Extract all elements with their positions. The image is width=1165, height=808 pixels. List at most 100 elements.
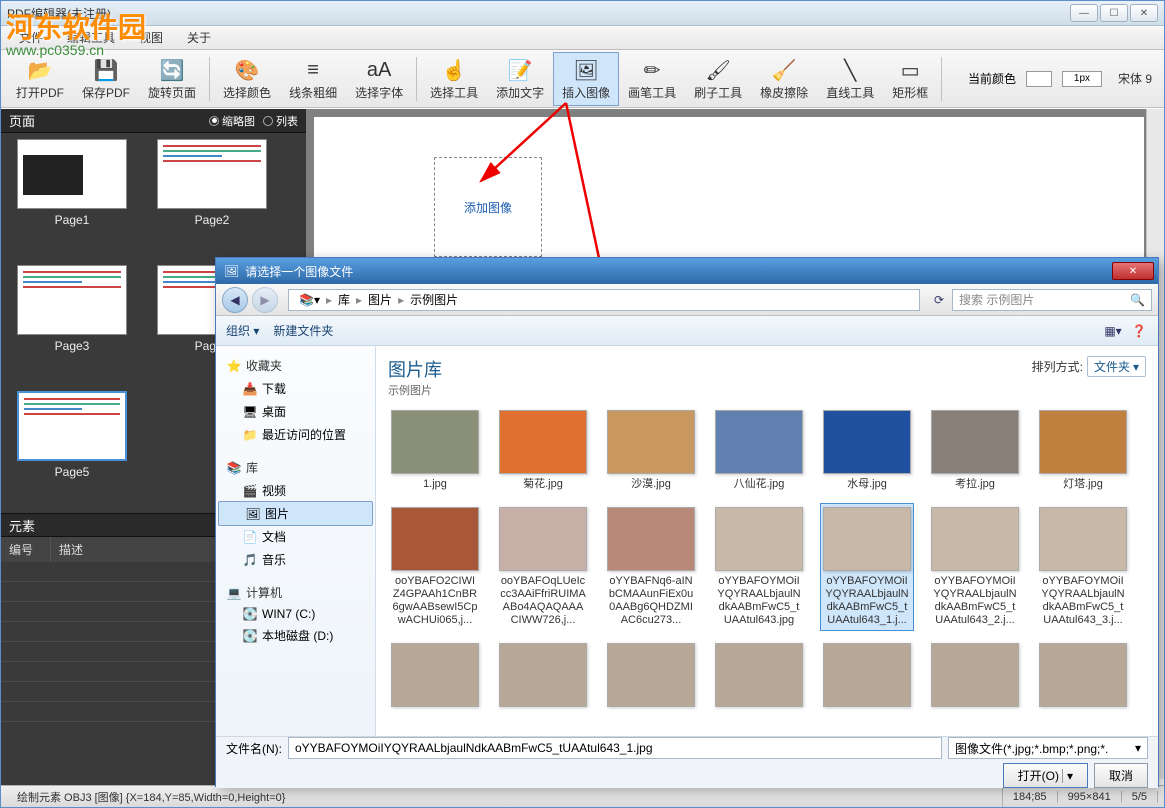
favorites-header[interactable]: ⭐收藏夹 (216, 354, 375, 377)
page-thumbnail[interactable]: Page3 (7, 265, 137, 381)
filename-input[interactable] (288, 737, 942, 759)
file-grid: 1.jpg菊花.jpg沙漠.jpg八仙花.jpg水母.jpg考拉.jpg灯塔.j… (388, 406, 1146, 711)
tool-选择颜色[interactable]: 🎨选择颜色 (214, 52, 280, 106)
file-item[interactable] (928, 639, 1022, 711)
tree-item[interactable]: 💽本地磁盘 (D:) (216, 624, 375, 647)
library-header[interactable]: 📚库 (216, 456, 375, 479)
file-thumbnail (715, 507, 803, 571)
tree-item[interactable]: 🎵音乐 (216, 548, 375, 571)
page-thumbnail[interactable]: Page2 (147, 139, 277, 255)
color-display[interactable] (1026, 71, 1052, 87)
breadcrumb-segment[interactable]: 示例图片 (404, 291, 464, 308)
tool-直线工具[interactable]: ╲直线工具 (817, 52, 883, 106)
tool-选择字体[interactable]: aA选择字体 (346, 52, 412, 106)
font-display[interactable]: 宋体 9 (1112, 70, 1158, 87)
file-item[interactable] (1036, 639, 1130, 711)
page-thumbnail[interactable]: Page5 (7, 391, 137, 507)
file-item[interactable]: 水母.jpg (820, 406, 914, 495)
back-button[interactable]: ◀ (222, 287, 248, 313)
tool-icon: aA (365, 57, 393, 84)
file-item[interactable] (712, 639, 806, 711)
file-item[interactable] (820, 639, 914, 711)
dialog-buttons: 打开(O)▾ 取消 (226, 763, 1148, 788)
tool-刷子工具[interactable]: 🖌刷子工具 (685, 52, 751, 106)
tool-添加文字[interactable]: 📝添加文字 (487, 52, 553, 106)
thumbnail-radio[interactable]: 缩略图 (209, 113, 255, 129)
file-item[interactable]: oYYBAFOYMOiIYQYRAALbjaulNdkAABmFwC5_tUAA… (928, 503, 1022, 631)
tool-旋转页面[interactable]: 🔄旋转页面 (139, 52, 205, 106)
tree-item[interactable]: 💽WIN7 (C:) (216, 604, 375, 624)
file-item[interactable]: 菊花.jpg (496, 406, 590, 495)
file-item[interactable]: ooYBAFO2CIWIZ4GPAAh1CnBR6gwAABsewI5CpwAC… (388, 503, 482, 631)
tool-画笔工具[interactable]: ✏画笔工具 (619, 52, 685, 106)
file-item[interactable]: oYYBAFNq6-aINbCMAAunFiEx0u0AABg6QHDZMIAC… (604, 503, 698, 631)
tool-icon: ✏ (638, 57, 666, 84)
file-item[interactable]: 考拉.jpg (928, 406, 1022, 495)
library-icon: 📚 (226, 461, 242, 475)
file-item[interactable] (388, 639, 482, 711)
maximize-button[interactable]: ☐ (1100, 4, 1128, 22)
tree-item[interactable]: 🖼图片 (218, 501, 373, 526)
tree-item[interactable]: 🖥桌面 (216, 400, 375, 423)
dialog-close-button[interactable]: ✕ (1112, 262, 1154, 280)
file-item[interactable]: oYYBAFOYMOiIYQYRAALbjaulNdkAABmFwC5_tUAA… (820, 503, 914, 631)
file-picker-dialog: 🖼 请选择一个图像文件 ✕ ◀ ▶ 📚▾ ▸库▸图片▸示例图片 ⟳ 搜索 示例图… (215, 257, 1159, 787)
help-button[interactable]: ❓ (1130, 322, 1148, 340)
tool-橡皮擦除[interactable]: 🧹橡皮擦除 (751, 52, 817, 106)
tree-item[interactable]: 📄文档 (216, 525, 375, 548)
open-button[interactable]: 打开(O)▾ (1003, 763, 1088, 788)
chevron-down-icon: ▾ (1135, 741, 1141, 755)
page-thumbnail[interactable]: Page1 (7, 139, 137, 255)
tree-item[interactable]: 📁最近访问的位置 (216, 423, 375, 446)
breadcrumb-segment[interactable]: 库 (332, 291, 356, 308)
file-item[interactable] (496, 639, 590, 711)
view-button[interactable]: ▦▾ (1104, 322, 1122, 340)
status-right: 184;85 995×841 5/5 (1003, 791, 1158, 803)
breadcrumb[interactable]: 📚▾ ▸库▸图片▸示例图片 (288, 289, 920, 311)
close-button[interactable]: ✕ (1130, 4, 1158, 22)
file-thumbnail (607, 643, 695, 707)
forward-button[interactable]: ▶ (252, 287, 278, 313)
breadcrumb-segment[interactable]: 图片 (362, 291, 398, 308)
organize-button[interactable]: 组织 ▾ (226, 322, 259, 339)
drive-icon: 💽 (242, 607, 258, 621)
file-item[interactable]: oYYBAFOYMOiIYQYRAALbjaulNdkAABmFwC5_tUAA… (712, 503, 806, 631)
tool-线条粗细[interactable]: ≡线条粗细 (280, 52, 346, 106)
minimize-button[interactable]: — (1070, 4, 1098, 22)
tool-icon: ☝ (440, 57, 468, 84)
sort-dropdown[interactable]: 文件夹▾ (1087, 356, 1146, 377)
library-icon[interactable]: 📚▾ (293, 293, 326, 307)
new-folder-button[interactable]: 新建文件夹 (273, 322, 333, 339)
tool-打开PDF[interactable]: 📂打开PDF (7, 52, 73, 106)
page-label: Page1 (55, 213, 90, 227)
dialog-body: ⭐收藏夹 📥下载🖥桌面📁最近访问的位置 📚库 🎬视频🖼图片📄文档🎵音乐 💻计算机… (216, 346, 1158, 736)
file-item[interactable]: 八仙花.jpg (712, 406, 806, 495)
file-item[interactable]: 灯塔.jpg (1036, 406, 1130, 495)
tree-item[interactable]: 🎬视频 (216, 479, 375, 502)
thumbnail-image (17, 265, 127, 335)
filetype-dropdown[interactable]: 图像文件(*.jpg;*.bmp;*.png;*. ▾ (948, 737, 1148, 759)
file-item[interactable]: oYYBAFOYMOiIYQYRAALbjaulNdkAABmFwC5_tUAA… (1036, 503, 1130, 631)
tool-选择工具[interactable]: ☝选择工具 (421, 52, 487, 106)
list-radio[interactable]: 列表 (263, 113, 298, 129)
file-item[interactable] (604, 639, 698, 711)
cancel-button[interactable]: 取消 (1094, 763, 1148, 788)
tree-item[interactable]: 📥下载 (216, 377, 375, 400)
tool-插入图像[interactable]: 🖼插入图像 (553, 52, 619, 106)
status-page-count: 5/5 (1122, 791, 1158, 803)
current-color-label: 当前颜色 (968, 70, 1016, 87)
image-placeholder[interactable]: 添加图像 (434, 157, 542, 257)
folder-icon: 📄 (242, 530, 258, 544)
computer-header[interactable]: 💻计算机 (216, 581, 375, 604)
stroke-display[interactable]: 1px (1062, 71, 1102, 87)
search-input[interactable]: 搜索 示例图片 🔍 (952, 289, 1152, 311)
file-item[interactable]: 1.jpg (388, 406, 482, 495)
tool-矩形框[interactable]: ▭矩形框 (883, 52, 937, 106)
menu-item[interactable]: 关于 (177, 26, 221, 49)
file-name: ooYBAFOqLUeIccc3AAiFfriRUIMAABo4AQAQAAAC… (500, 575, 586, 627)
filename-row: 文件名(N): 图像文件(*.jpg;*.bmp;*.png;*. ▾ (226, 737, 1148, 759)
tool-保存PDF[interactable]: 💾保存PDF (73, 52, 139, 106)
file-item[interactable]: ooYBAFOqLUeIccc3AAiFfriRUIMAABo4AQAQAAAC… (496, 503, 590, 631)
refresh-button[interactable]: ⟳ (930, 293, 948, 307)
file-item[interactable]: 沙漠.jpg (604, 406, 698, 495)
